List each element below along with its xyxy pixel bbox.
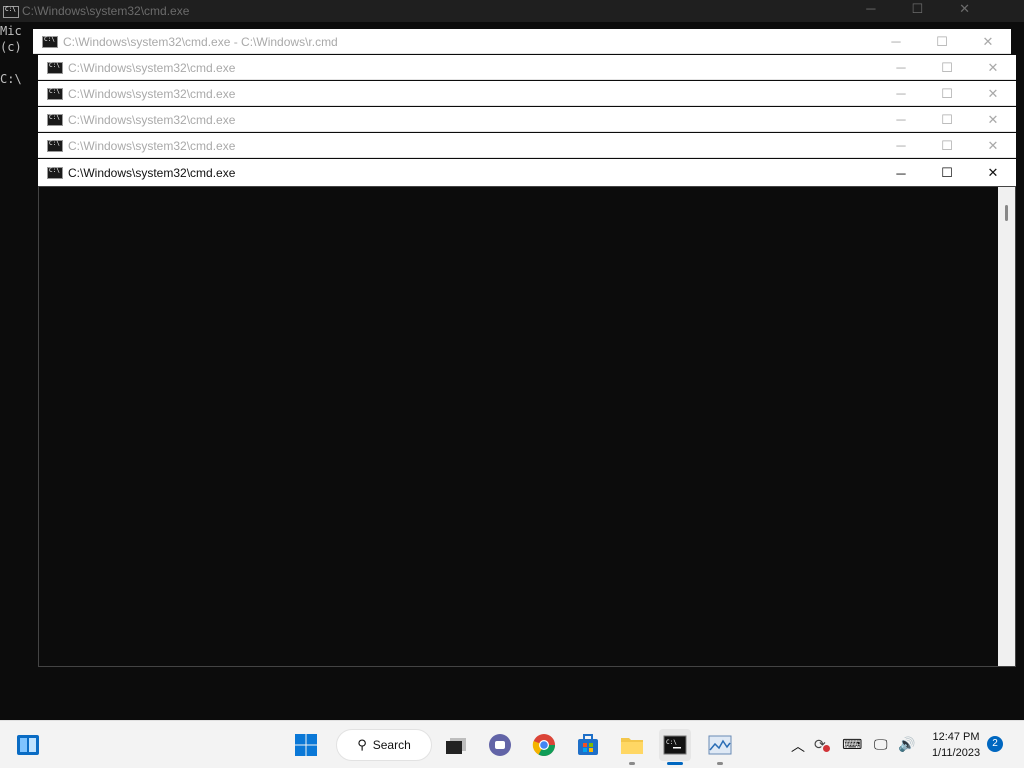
task-view-button[interactable] (440, 729, 472, 761)
cmd-window-titlebar[interactable]: C:\Windows\system32\cmd.exe ─ ☐ ✕ (38, 55, 1016, 80)
taskbar: ⚲ Search C:\ ︿ ⟳ ⌨ 🖵 🔊 12:47 PM 1/11/202… (0, 720, 1024, 768)
cmd-app-icon (47, 140, 63, 152)
window-title: C:\Windows\system32\cmd.exe (68, 113, 236, 127)
maximize-button[interactable]: ☐ (924, 55, 970, 80)
close-button[interactable]: ✕ (970, 55, 1016, 80)
active-indicator (667, 762, 683, 765)
cmd-app-icon (47, 114, 63, 126)
minimize-button[interactable]: ─ (878, 159, 924, 187)
cmd-window-titlebar[interactable]: C:\Windows\system32\cmd.exe ─ ☐ ✕ (38, 133, 1016, 158)
scrollbar-thumb[interactable] (1005, 205, 1008, 221)
search-icon: ⚲ (357, 737, 367, 752)
window-title: C:\Windows\system32\cmd.exe (68, 166, 236, 180)
svg-text:C:\: C:\ (666, 739, 677, 746)
file-explorer-button[interactable] (616, 729, 648, 765)
cmd-app-icon (42, 36, 58, 48)
store-button[interactable] (572, 729, 604, 761)
terminal-icon: C:\ (663, 735, 687, 755)
console-text-line: (c) (0, 40, 22, 54)
keyboard-icon[interactable]: ⌨ (842, 736, 862, 753)
start-button[interactable] (290, 729, 322, 761)
console-text-line: C:\ (0, 72, 22, 86)
clock-date: 1/11/2023 (931, 747, 981, 759)
chrome-icon (532, 734, 555, 756)
running-indicator (717, 762, 723, 765)
volume-icon[interactable]: 🔊 (898, 736, 915, 753)
close-button[interactable]: ✕ (970, 107, 1016, 132)
close-button[interactable]: ✕ (965, 29, 1011, 54)
close-button[interactable]: ✕ (970, 81, 1016, 106)
window-title: C:\Windows\system32\cmd.exe - C:\Windows… (63, 35, 338, 49)
cmd-window-titlebar[interactable]: C:\Windows\system32\cmd.exe ─ ☐ ✕ (38, 107, 1016, 132)
search-label: Search (372, 738, 411, 752)
notification-badge[interactable]: 2 (987, 736, 1003, 752)
cmd-window-titlebar[interactable]: C:\Windows\system32\cmd.exe - C:\Windows… (33, 29, 1011, 54)
show-hidden-icons-icon[interactable]: ︿ (791, 736, 805, 756)
maximize-button[interactable]: ☐ (924, 133, 970, 158)
maximize-button[interactable]: ☐ (924, 107, 970, 132)
close-button[interactable]: ✕ (970, 159, 1016, 187)
clock[interactable]: 12:47 PM 1/11/2023 (926, 729, 986, 761)
maximize-button[interactable]: ☐ (919, 29, 965, 54)
task-view-icon (446, 738, 466, 754)
minimize-button[interactable]: ─ (878, 81, 924, 106)
chat-button[interactable] (484, 729, 516, 761)
widgets-icon (17, 735, 39, 755)
clock-time: 12:47 PM (932, 731, 980, 743)
folder-icon (621, 738, 643, 754)
cmd-app-icon (47, 88, 63, 100)
maximize-button[interactable]: ☐ (924, 81, 970, 106)
sync-icon[interactable]: ⟳ (814, 736, 830, 753)
minimize-button[interactable]: ─ (873, 29, 919, 54)
close-button[interactable]: ✕ (970, 133, 1016, 158)
widgets-button[interactable] (12, 729, 44, 761)
minimize-button[interactable]: ─ (878, 107, 924, 132)
running-indicator (629, 762, 635, 765)
store-icon (578, 734, 598, 755)
chrome-button[interactable] (528, 729, 560, 761)
command-prompt-button[interactable]: C:\ (659, 729, 691, 765)
chart-icon (708, 735, 732, 755)
cmd-app-icon (47, 62, 63, 74)
network-icon[interactable]: 🖵 (874, 736, 888, 753)
background-window-title: C:\Windows\system32\cmd.exe (22, 4, 190, 18)
cmd-app-icon (3, 6, 19, 18)
minimize-button[interactable]: ─ (878, 133, 924, 158)
cmd-window-titlebar[interactable]: C:\Windows\system32\cmd.exe ─ ☐ ✕ (38, 81, 1016, 106)
active-console-area[interactable] (38, 186, 1016, 667)
vertical-scrollbar[interactable] (998, 187, 1015, 666)
active-cmd-window-titlebar[interactable]: C:\Windows\system32\cmd.exe ─ ☐ ✕ (38, 159, 1016, 187)
console-text-line: Mic (0, 24, 22, 38)
window-title: C:\Windows\system32\cmd.exe (68, 87, 236, 101)
performance-monitor-button[interactable] (704, 729, 736, 765)
chat-icon (489, 734, 511, 756)
search-button[interactable]: ⚲ Search (336, 729, 432, 761)
window-title: C:\Windows\system32\cmd.exe (68, 61, 236, 75)
window-title: C:\Windows\system32\cmd.exe (68, 139, 236, 153)
maximize-button[interactable]: ☐ (924, 159, 970, 187)
windows-logo-icon (295, 734, 317, 756)
background-window-controls[interactable]: ─☐✕ (866, 1, 1006, 17)
cmd-app-icon (47, 167, 63, 179)
minimize-button[interactable]: ─ (878, 55, 924, 80)
